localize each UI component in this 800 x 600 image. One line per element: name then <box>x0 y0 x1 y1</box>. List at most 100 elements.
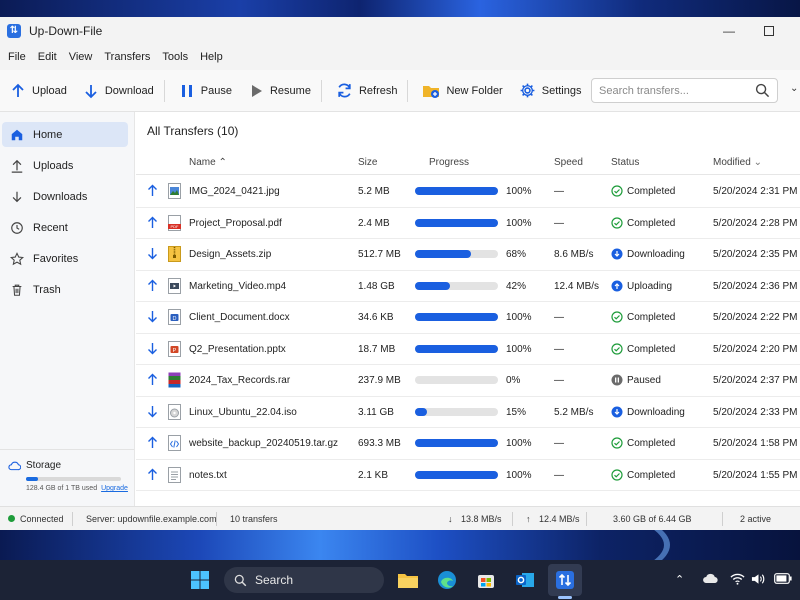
table-row[interactable]: PDF Project_Proposal.pdf 2.4 MB 100% — Comple… <box>136 208 800 239</box>
sidebar-item-downloads[interactable]: Downloads <box>2 184 128 209</box>
transfer-speed: — <box>554 217 564 229</box>
downloading-status-icon <box>611 406 623 421</box>
sidebar-item-favorites[interactable]: Favorites <box>2 246 128 271</box>
outlook-taskbar[interactable] <box>513 568 537 592</box>
up-speed: 12.4 MB/s <box>539 514 580 524</box>
new-folder-label: New Folder <box>446 84 503 97</box>
sidebar-item-label: Recent <box>33 221 68 234</box>
modified-date: 5/20/2024 2:31 PM <box>713 186 798 197</box>
progress-bar <box>415 470 498 479</box>
menu-edit[interactable]: Edit <box>32 51 63 63</box>
sidebar: Home Uploads Downloads Recent Favorites <box>0 112 135 506</box>
search-icon[interactable] <box>755 83 770 98</box>
upgrade-link[interactable]: Upgrade <box>101 485 128 492</box>
modified-date: 5/20/2024 2:35 PM <box>713 249 798 260</box>
search-input[interactable] <box>599 84 749 97</box>
menu-file[interactable]: File <box>2 51 32 63</box>
maximize-button[interactable] <box>746 17 792 44</box>
upload-arrow-icon <box>12 83 24 97</box>
sort-up-icon: ⌃ <box>218 157 227 168</box>
up-speed-icon: ↑ <box>526 514 531 524</box>
down-speed-icon: ↓ <box>448 514 453 524</box>
downloading-status-icon <box>611 248 623 263</box>
sidebar-item-trash[interactable]: Trash <box>2 277 128 302</box>
file-explorer-taskbar[interactable] <box>396 568 420 592</box>
onedrive-cloud-icon[interactable] <box>702 573 718 587</box>
wifi-icon[interactable] <box>730 573 745 588</box>
transfer-speed: 5.2 MB/s <box>554 406 594 418</box>
close-button[interactable]: ✕ <box>790 17 800 44</box>
storage-title: Storage <box>8 460 126 471</box>
svg-text:PDF: PDF <box>171 224 180 229</box>
tray-overflow-chevron-icon[interactable]: ⌃ <box>675 573 684 586</box>
store-taskbar[interactable] <box>474 568 498 592</box>
transfer-speed: — <box>554 375 564 386</box>
column-modified[interactable]: Modified ⌄ <box>713 157 762 168</box>
upload-button[interactable]: Upload <box>4 76 73 106</box>
column-speed[interactable]: Speed <box>554 157 583 168</box>
download-direction-icon <box>147 405 158 421</box>
table-row[interactable]: notes.txt 2.1 KB 100% — Completed 5/20/2024 1… <box>136 460 800 491</box>
status-text: Completed <box>627 343 676 355</box>
file-size: 237.9 MB <box>358 375 401 386</box>
upload-direction-icon <box>147 279 158 295</box>
progress-percent: 0% <box>506 375 521 386</box>
progress-bar-fill <box>415 407 428 416</box>
file-name: Client_Document.docx <box>189 312 290 323</box>
download-button[interactable]: Download <box>77 76 160 106</box>
toolbar-separator <box>163 79 165 102</box>
table-row[interactable]: Marketing_Video.mp4 1.48 GB 42% 12.4 MB/s Up… <box>136 271 800 302</box>
toolbar-overflow-icon[interactable]: ⌄ <box>790 83 798 94</box>
menu-view[interactable]: View <box>63 51 99 63</box>
table-row[interactable]: website_backup_20240519.tar.gz 693.3 MB 10… <box>136 428 800 460</box>
transfer-count: 10 transfers <box>230 514 278 524</box>
download-direction-icon <box>147 247 158 263</box>
sidebar-item-recent[interactable]: Recent <box>2 215 128 240</box>
sort-chevron-icon: ⌄ <box>753 157 762 168</box>
modified-date: 5/20/2024 2:28 PM <box>713 217 798 229</box>
column-name[interactable]: Name ⌃ <box>189 157 227 168</box>
column-status[interactable]: Status <box>611 157 639 168</box>
edge-taskbar[interactable] <box>435 568 459 592</box>
modified-date: 5/20/2024 2:37 PM <box>713 375 798 386</box>
status-text: Completed <box>627 186 676 197</box>
pause-button[interactable]: Pause <box>173 76 238 106</box>
new-folder-button[interactable]: New Folder <box>416 76 508 106</box>
up-down-file-taskbar[interactable] <box>553 568 577 592</box>
taskbar: Search ⌃ <box>0 560 800 600</box>
table-header: Name ⌃ Size Progress Speed Status Modifi… <box>136 149 800 175</box>
modified-date: 5/20/2024 2:36 PM <box>713 280 798 292</box>
upload-label: Upload <box>32 84 67 97</box>
volume-icon[interactable] <box>751 573 766 588</box>
sidebar-item-uploads[interactable]: Uploads <box>2 153 128 178</box>
table-row[interactable]: Linux_Ubuntu_22.04.iso 3.11 GB 15% 5.2 MB/s… <box>136 397 800 428</box>
settings-button[interactable]: Settings <box>513 76 588 106</box>
sidebar-item-home[interactable]: Home <box>2 122 128 147</box>
start-button[interactable] <box>188 568 212 592</box>
total-size: 3.60 GB of 6.44 GB <box>613 514 692 524</box>
table-row[interactable]: P Q2_Presentation.pptx 18.7 MB 100% — Complet… <box>136 334 800 365</box>
taskbar-search-label: Search <box>255 573 294 587</box>
folder-icon <box>398 574 418 588</box>
progress-bar-fill <box>415 313 498 321</box>
menu-tools[interactable]: Tools <box>156 51 194 63</box>
resume-button[interactable]: Resume <box>242 76 317 106</box>
windows-logo-icon <box>191 571 209 589</box>
column-progress[interactable]: Progress <box>429 157 469 168</box>
refresh-button[interactable]: Refresh <box>330 76 404 106</box>
storage-usage: 128.4 GB of 1 TB used Upgrade <box>26 485 128 492</box>
progress-bar <box>415 250 498 258</box>
table-row[interactable]: Design_Assets.zip 512.7 MB 68% 8.6 MB/s Down… <box>136 239 800 271</box>
menu-help[interactable]: Help <box>194 51 229 63</box>
taskbar-search[interactable]: Search <box>224 567 384 593</box>
menu-transfers[interactable]: Transfers <box>98 51 156 63</box>
completed-status-icon <box>611 468 623 484</box>
file-size: 2.4 MB <box>358 217 390 229</box>
table-row[interactable]: 2024_Tax_Records.rar 237.9 MB 0% — Paused 5/2… <box>136 365 800 397</box>
table-row[interactable]: IMG_2024_0421.jpg 5.2 MB 100% — Completed 5/2… <box>136 176 800 208</box>
battery-icon[interactable] <box>774 573 792 587</box>
uploading-status-icon <box>611 280 623 295</box>
file-size: 1.48 GB <box>358 280 395 292</box>
column-size[interactable]: Size <box>358 157 377 168</box>
table-row[interactable]: D Client_Document.docx 34.6 KB 100% — Complet… <box>136 302 800 334</box>
